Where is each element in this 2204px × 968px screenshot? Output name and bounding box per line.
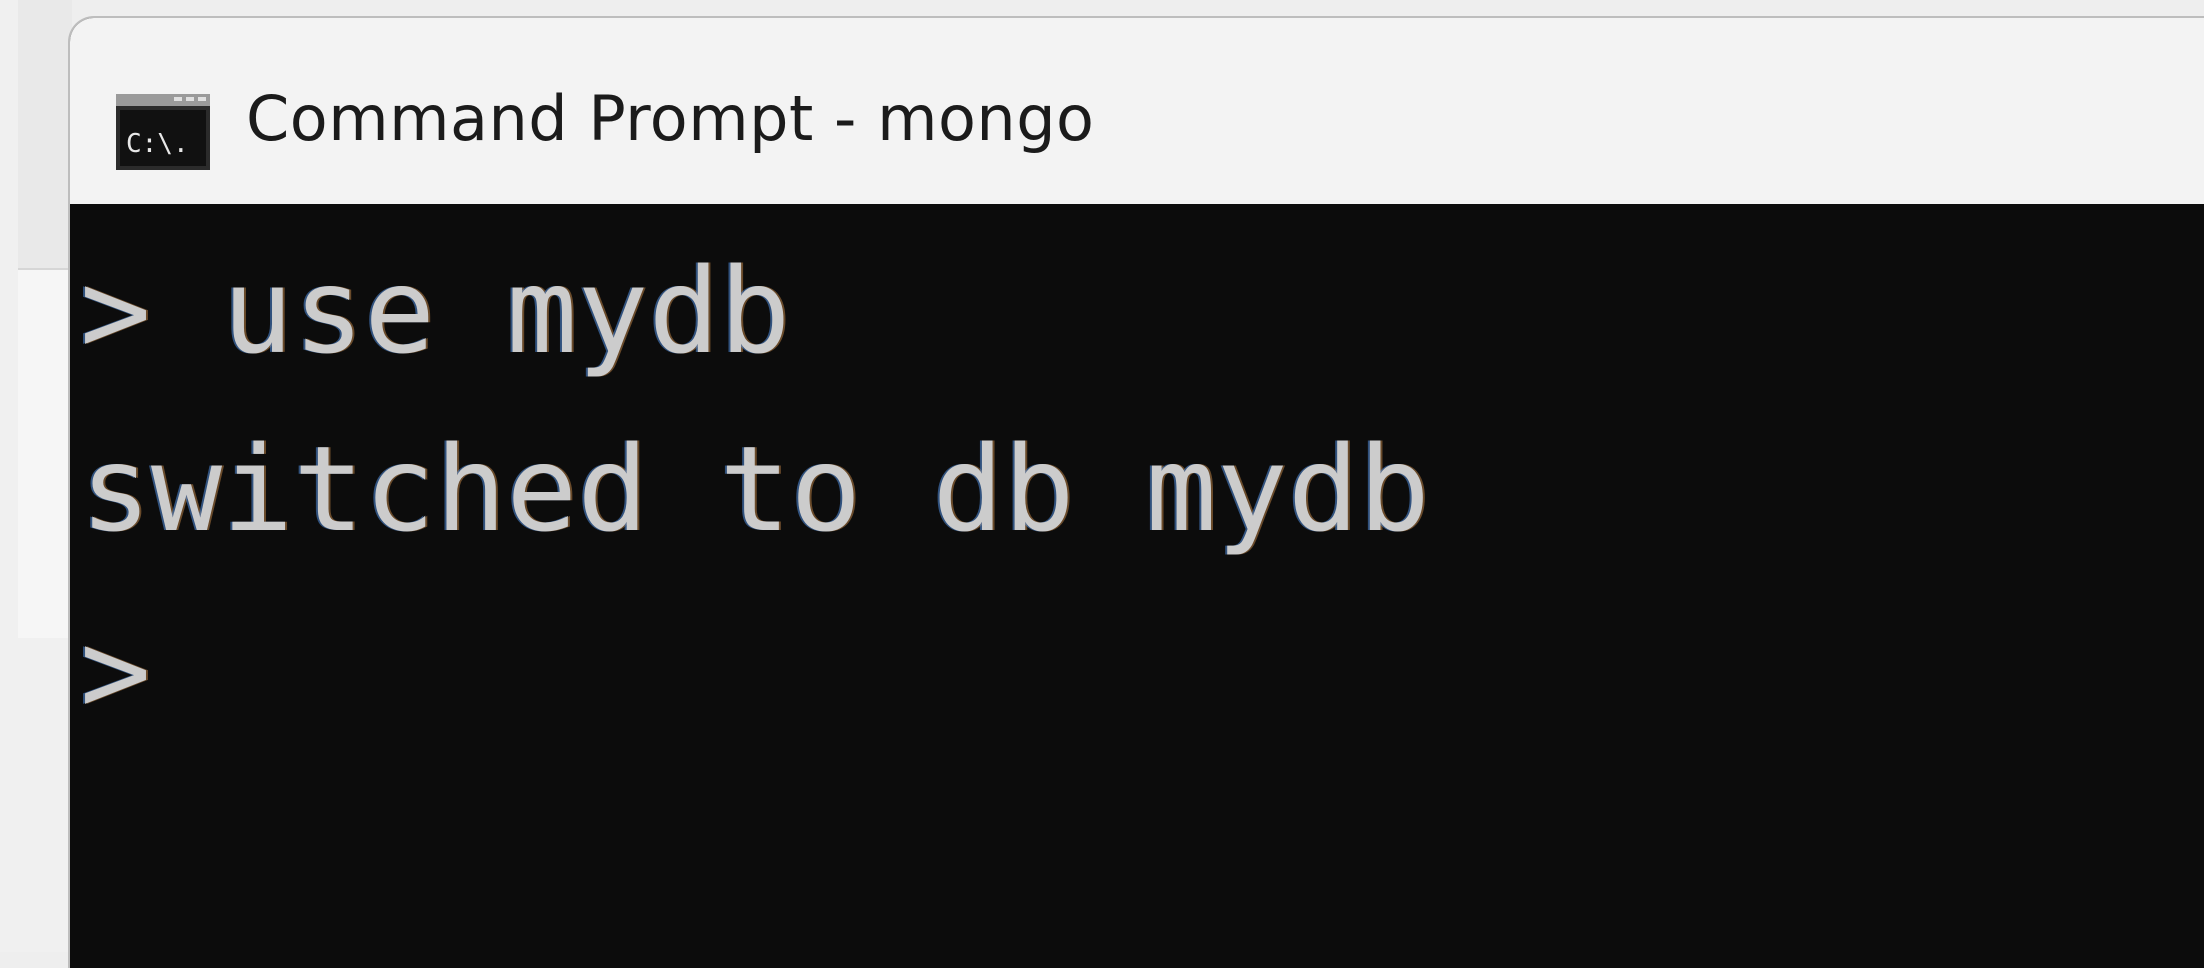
console-prompt[interactable]: > bbox=[80, 612, 151, 730]
title-bar[interactable]: C:\. Command Prompt - mongo bbox=[70, 18, 2204, 204]
console-output[interactable]: > use mydb switched to db mydb > bbox=[70, 204, 2204, 964]
command-prompt-icon: C:\. bbox=[116, 94, 210, 170]
console-line-response: switched to db mydb bbox=[80, 420, 1430, 558]
command-prompt-window: C:\. Command Prompt - mongo > use mydb s… bbox=[68, 16, 2204, 968]
console-line-command: > use mydb bbox=[80, 242, 791, 380]
backdrop-panel-upper bbox=[18, 0, 72, 268]
window-title: Command Prompt - mongo bbox=[246, 82, 1095, 155]
desktop-backdrop bbox=[0, 0, 72, 952]
icon-glyph-text: C:\. bbox=[126, 129, 189, 159]
backdrop-panel-lower bbox=[18, 268, 72, 638]
